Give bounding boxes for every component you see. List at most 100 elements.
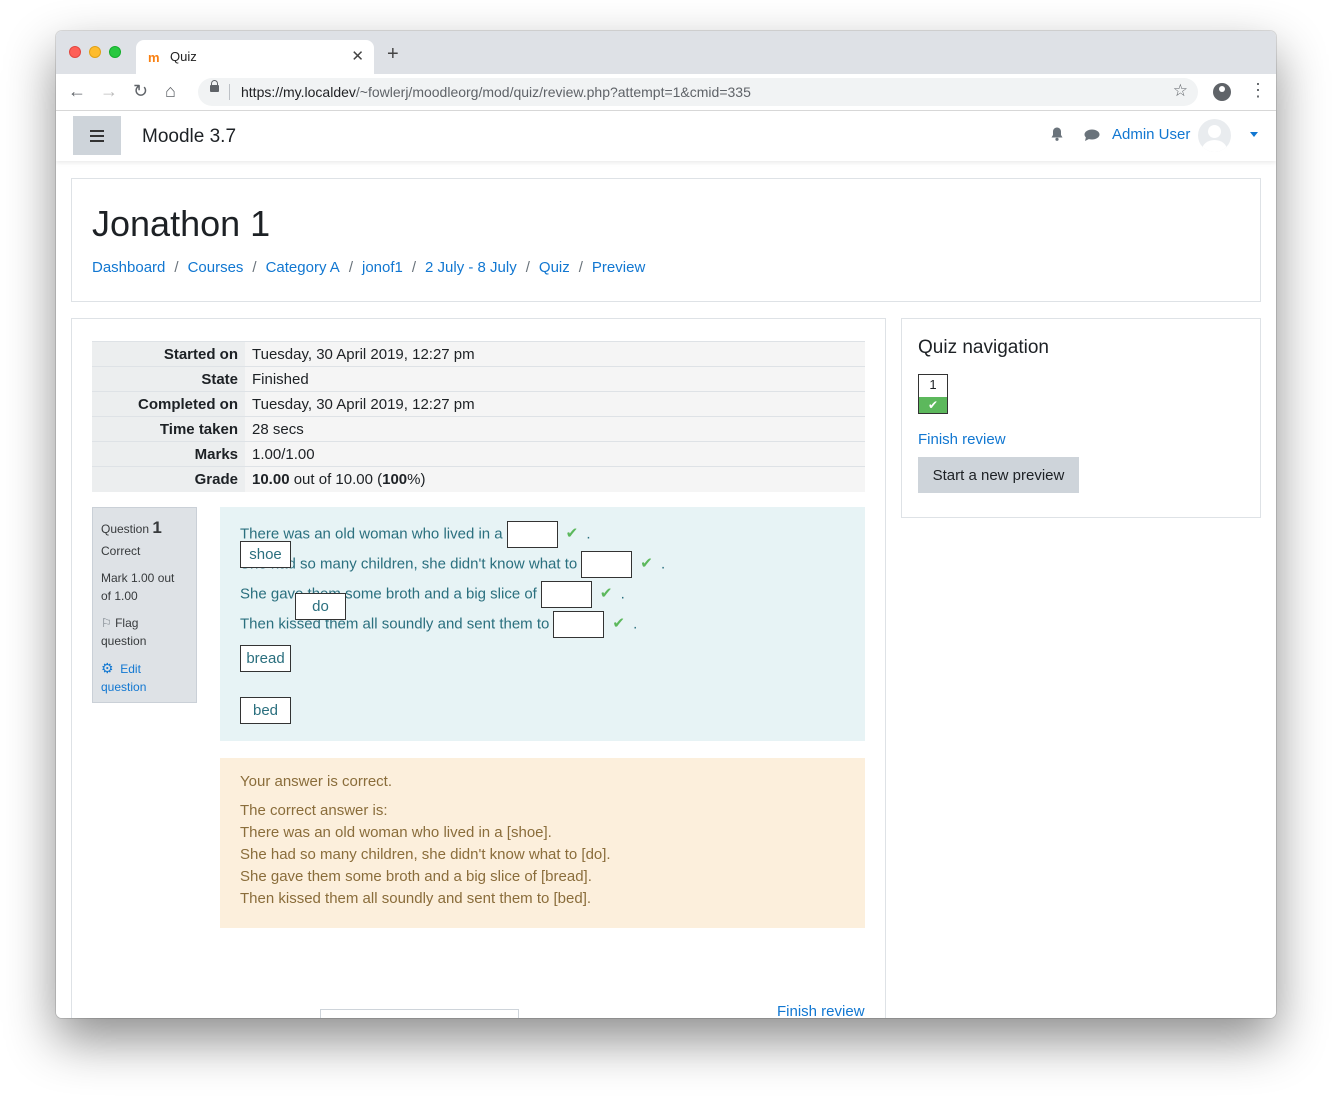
user-menu-caret-icon[interactable] [1250,132,1258,137]
address-separator [229,84,230,100]
new-tab-button[interactable]: + [387,44,399,64]
question-button-number: 1 [929,377,937,392]
flag-question[interactable]: ⚐ Flag question [101,614,187,650]
question-mark: Mark 1.00 out of 1.00 [101,571,175,603]
browser-menu-icon[interactable]: ⋮ [1249,80,1267,100]
moodle-icon: m [148,50,160,65]
drop-zone[interactable] [540,581,592,608]
maximize-window-button[interactable] [109,46,121,58]
question-state: Correct [101,544,141,558]
correct-tick-icon: ✔ [612,615,625,633]
page-navigation-box [320,1009,519,1018]
notification-bell-icon[interactable] [1050,127,1064,141]
drag-item-bread[interactable]: bread [240,645,291,672]
page-title: Jonathon 1 [92,203,271,244]
correct-tick-icon: ✔ [599,585,613,603]
minimize-window-button[interactable] [89,46,101,58]
breadcrumb-course[interactable]: jonof1 [362,259,403,276]
close-tab-icon[interactable]: ✕ [351,47,364,65]
summary-value: 1.00/1.00 [245,441,865,467]
summary-label: Started on [92,341,245,367]
summary-value: Tuesday, 30 April 2019, 12:27 pm [245,341,865,367]
page-viewport: Moodle 3.7 Admin User Jonathon 1 Dashboa… [56,111,1276,1018]
summary-label: State [92,366,245,392]
summary-value: Finished [245,366,865,392]
breadcrumb-category[interactable]: Category A [266,259,340,276]
reload-icon[interactable]: ↻ [133,81,148,101]
drag-item-shoe[interactable]: shoe [240,541,291,568]
right-answer-line: She gave them some broth and a big slice… [240,868,592,885]
feedback-text: Your answer is correct. [240,773,393,790]
question-formulation: There was an old woman who lived in a ✔ .… [220,507,865,741]
grade-value: 10.00 out of 10.00 (100%) [245,466,865,492]
drop-zone[interactable] [581,551,633,578]
question-info: Question 1 Correct Mark 1.00 out of 1.00… [92,507,197,703]
lock-icon [210,80,219,92]
home-icon[interactable]: ⌂ [165,81,176,101]
check-icon: ✔ [919,397,947,413]
user-avatar[interactable] [1198,119,1231,152]
breadcrumb-quiz[interactable]: Quiz [539,259,570,276]
url-text: https://my.localdev/~fowlerj/moodleorg/m… [241,84,751,100]
quiz-navigation-block: Quiz navigation 1 ✔ Finish review Start … [901,318,1261,518]
user-name[interactable]: Admin User [1112,126,1190,143]
close-window-button[interactable] [69,46,81,58]
attempt-summary-table: Started on Tuesday, 30 April 2019, 12:27 … [92,341,865,492]
right-answer-line: Then kissed them all soundly and sent th… [240,890,592,907]
drop-zone[interactable] [553,611,605,638]
breadcrumb-courses[interactable]: Courses [188,259,244,276]
summary-row: Marks 1.00/1.00 [92,441,865,467]
question-line: There was an old woman who lived in a ✔ . [240,521,591,548]
site-name[interactable]: Moodle 3.7 [142,126,236,148]
summary-value: Tuesday, 30 April 2019, 12:27 pm [245,391,865,417]
address-bar[interactable]: https://my.localdev/~fowlerj/moodleorg/m… [198,78,1198,106]
profile-icon[interactable] [1213,83,1231,101]
question-line: She had so many children, she didn't kno… [240,551,665,578]
edit-question-link[interactable]: ⚙ Edit question [101,659,187,696]
breadcrumb-section[interactable]: 2 July - 8 July [425,259,517,276]
tab-title: Quiz [170,49,197,64]
right-answer-line: There was an old woman who lived in a [s… [240,824,552,841]
summary-label: Completed on [92,391,245,417]
correct-tick-icon: ✔ [640,555,653,573]
summary-label: Grade [92,466,245,492]
summary-row: Time taken 28 secs [92,416,865,442]
drawer-toggle-button[interactable] [73,116,121,155]
gear-icon: ⚙ [101,660,114,676]
moodle-navbar: Moodle 3.7 Admin User [56,111,1276,161]
question-outcome: Your answer is correct. The correct answ… [220,758,865,928]
browser-tab[interactable]: m Quiz ✕ [136,40,374,74]
drop-zone[interactable] [506,521,558,548]
drag-item-do[interactable]: do [295,593,346,620]
drag-item-bed[interactable]: bed [240,697,291,724]
breadcrumb-dashboard[interactable]: Dashboard [92,259,165,276]
forward-icon[interactable]: → [100,81,118,101]
correct-tick-icon: ✔ [565,525,579,543]
tab-bar: m Quiz ✕ + [56,31,1276,74]
browser-toolbar: ← → ↻ ⌂ https://my.localdev/~fowlerj/moo… [56,74,1276,111]
finish-review-link[interactable]: Finish review [918,431,1006,448]
flag-icon: ⚐ [101,616,116,630]
browser-window: m Quiz ✕ + ← → ↻ ⌂ https://my.localdev/~… [56,31,1276,1018]
back-icon[interactable]: ← [68,81,86,101]
messages-icon[interactable] [1084,129,1100,141]
summary-row: State Finished [92,366,865,392]
summary-row: Started on Tuesday, 30 April 2019, 12:27 … [92,341,865,367]
finish-review-link[interactable]: Finish review [777,1003,865,1018]
quiz-nav-question-button[interactable]: 1 ✔ [918,374,948,414]
question-number: Question 1 [101,518,162,537]
main-region: Started on Tuesday, 30 April 2019, 12:27 … [71,318,886,1018]
summary-row: Completed on Tuesday, 30 April 2019, 12:2… [92,391,865,417]
bookmark-star-icon[interactable]: ☆ [1173,81,1188,101]
summary-row: Grade 10.00 out of 10.00 (100%) [92,466,865,492]
summary-label: Marks [92,441,245,467]
block-title: Quiz navigation [918,337,1049,358]
right-answer-label: The correct answer is: [240,802,388,819]
page-header: Jonathon 1 Dashboard / Courses / Category A /… [71,178,1261,302]
right-answer-line: She had so many children, she didn't kno… [240,846,611,863]
breadcrumb: Dashboard / Courses / Category A / jonof1/2 Ju… [92,259,646,276]
start-new-preview-button[interactable]: Start a new preview [918,457,1079,493]
breadcrumb-preview[interactable]: Preview [592,259,645,276]
summary-value: 28 secs [245,416,865,442]
summary-label: Time taken [92,416,245,442]
